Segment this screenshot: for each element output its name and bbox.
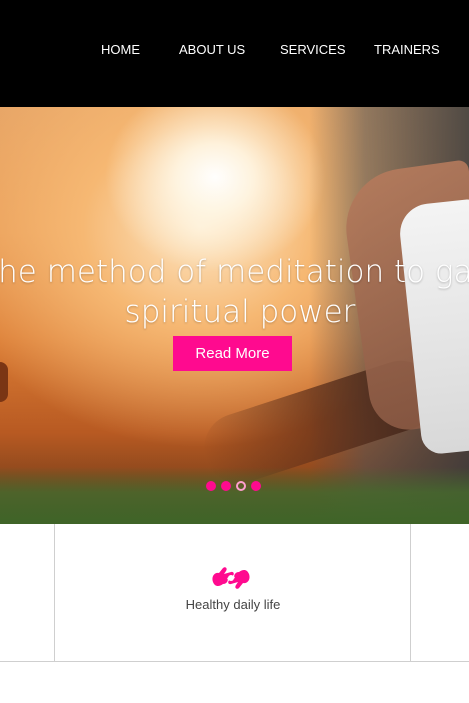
- read-more-button[interactable]: Read More: [173, 336, 292, 371]
- feature-box-left: [0, 524, 55, 661]
- feature-label: Healthy daily life: [185, 597, 281, 612]
- slider-pagination: [206, 481, 266, 493]
- hands-icon: [212, 567, 250, 589]
- slider-dot-1[interactable]: [206, 481, 216, 491]
- navbar: HOME ABOUT US SERVICES TRAINERS: [0, 0, 469, 107]
- feature-box-right: [411, 524, 469, 661]
- hero-image-left-figure: [0, 362, 8, 402]
- features-row: Healthy daily life: [0, 524, 469, 662]
- nav-item-home[interactable]: HOME: [101, 42, 140, 57]
- hero-caption: The method of meditation to gain spiritu…: [0, 254, 469, 330]
- slider-dot-2[interactable]: [221, 481, 231, 491]
- nav-item-services[interactable]: SERVICES: [280, 42, 346, 57]
- slider-dot-3-active[interactable]: [236, 481, 246, 491]
- hero-image-grass: [0, 467, 469, 524]
- nav-item-about-us[interactable]: ABOUT US: [179, 42, 245, 57]
- nav-item-trainers[interactable]: TRAINERS: [374, 42, 440, 57]
- hero-slider: The method of meditation to gain spiritu…: [0, 107, 469, 524]
- feature-box-healthy-daily-life[interactable]: Healthy daily life: [55, 524, 411, 661]
- slider-dot-4[interactable]: [251, 481, 261, 491]
